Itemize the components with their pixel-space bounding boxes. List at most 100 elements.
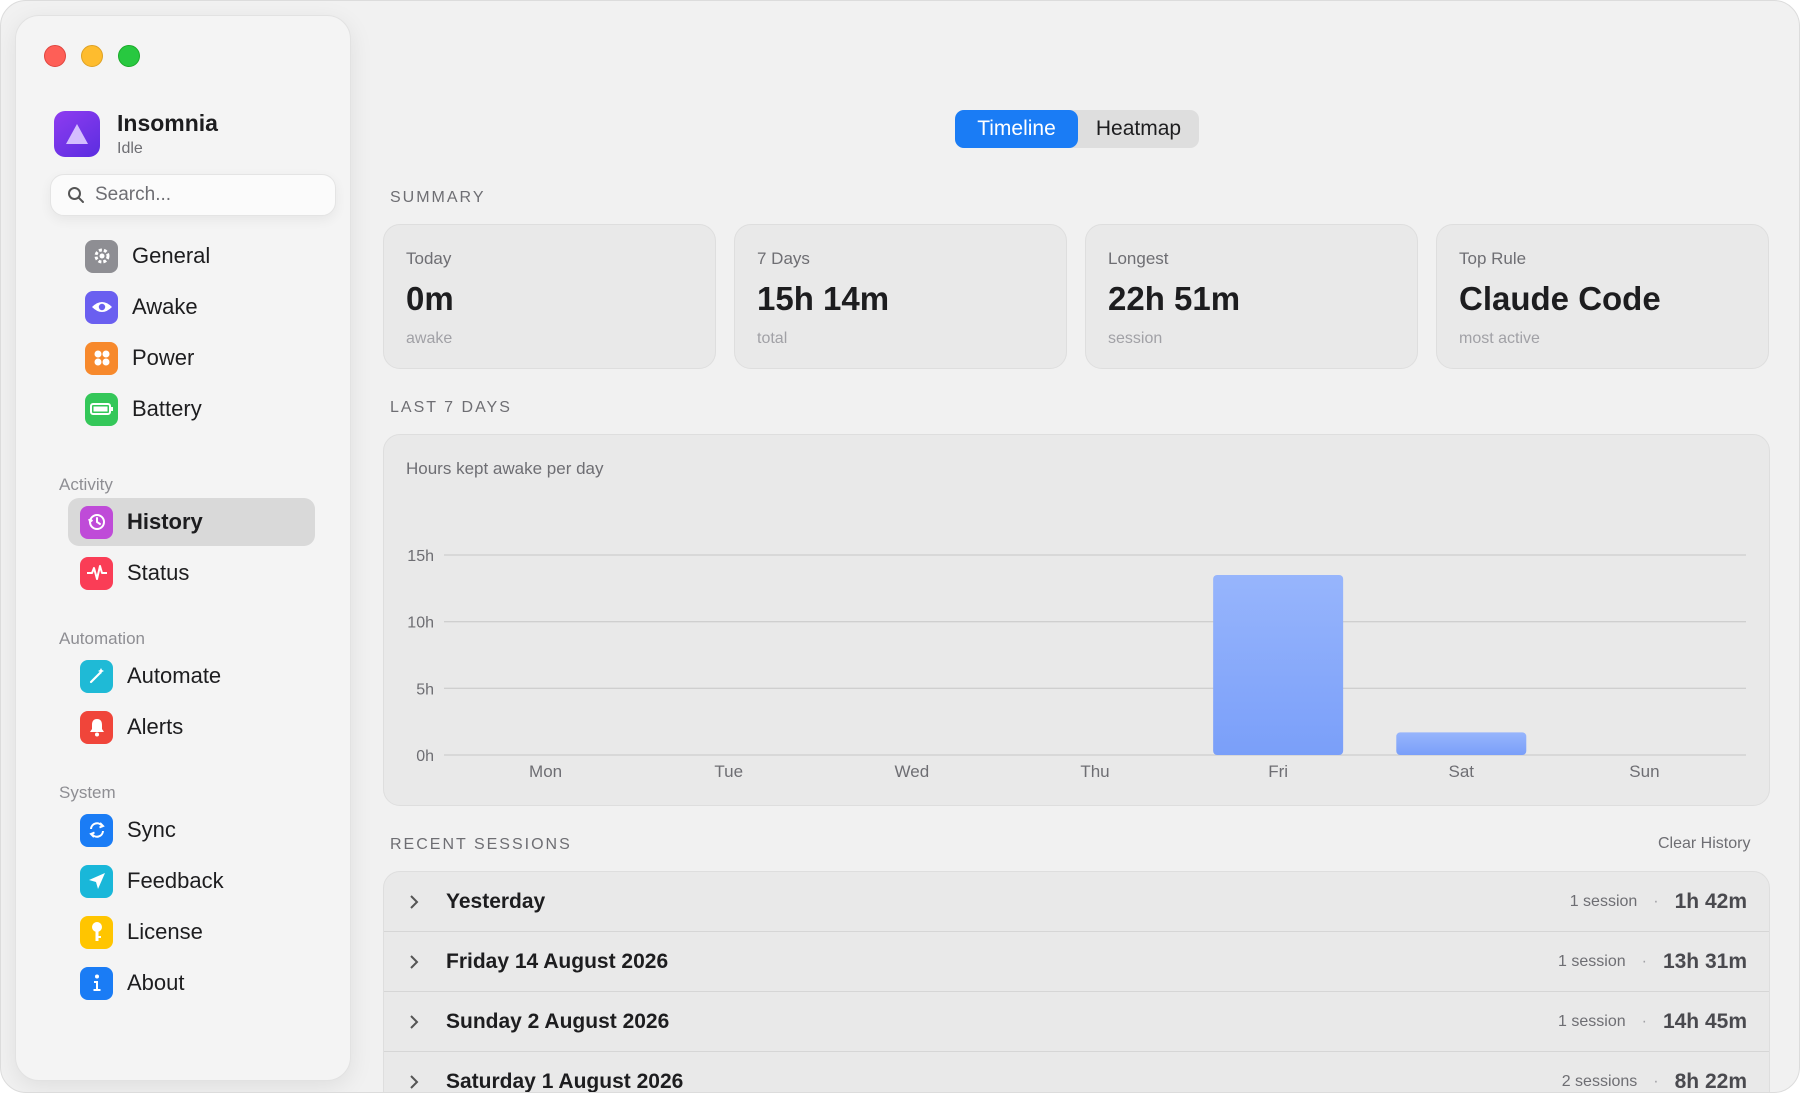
wand-icon	[80, 659, 113, 693]
app-window: Insomnia Idle General Awake	[0, 0, 1800, 1093]
session-duration: 8h 22m	[1674, 1069, 1747, 1093]
y-tick-label: 0h	[416, 748, 434, 765]
sidebar-item-label: Alerts	[127, 714, 184, 739]
card-subtitle: session	[1108, 330, 1163, 347]
section-header-system: System	[59, 783, 116, 802]
sidebar-item-alerts[interactable]: Alerts	[68, 703, 315, 751]
sidebar-item-history[interactable]: History	[68, 498, 315, 546]
nav-group-main: General Awake Power Battery	[60, 232, 322, 436]
chevron-right-icon[interactable]	[408, 1013, 428, 1031]
y-tick-label: 15h	[407, 548, 434, 565]
eye-icon	[85, 290, 118, 324]
summary-card-longest: Longest 22h 51m session	[1085, 224, 1418, 369]
sidebar-item-label: Battery	[132, 396, 202, 421]
search-icon	[68, 187, 84, 203]
session-count: 1 session	[1569, 892, 1638, 910]
sidebar-item-label: Automate	[127, 663, 222, 688]
separator: ·	[1641, 952, 1647, 970]
clear-history-button[interactable]: Clear History	[1658, 835, 1750, 853]
gear-icon	[85, 239, 118, 273]
card-value: 0m	[406, 280, 454, 317]
card-subtitle: total	[757, 330, 788, 347]
x-tick-label: Sat	[1449, 762, 1475, 781]
card-title: Longest	[1108, 249, 1169, 268]
chevron-right-icon[interactable]	[408, 893, 428, 911]
y-tick-label: 5h	[416, 681, 434, 698]
summary-card-top-rule: Top Rule Claude Code most active	[1436, 224, 1769, 369]
session-title: Friday 14 August 2026	[446, 949, 669, 973]
sidebar-item-license[interactable]: License	[68, 908, 315, 956]
session-count: 1 session	[1558, 952, 1626, 970]
separator: ·	[1641, 1012, 1647, 1030]
x-tick-label: Sun	[1629, 762, 1659, 781]
window-controls	[44, 45, 140, 67]
chart-card: Hours kept awake per day 0h 5h 10h 15h Mon Tu…	[383, 434, 1770, 806]
section-header-activity: Activity	[59, 475, 113, 494]
chevron-right-icon[interactable]	[408, 953, 428, 971]
x-tick-label: Mon	[529, 762, 562, 781]
separator: ·	[1653, 1072, 1659, 1090]
view-segmented-control: Timeline Heatmap	[955, 110, 1199, 148]
sidebar-item-automate[interactable]: Automate	[68, 652, 315, 700]
main-content: Timeline Heatmap SUMMARY Today 0m awake …	[383, 1, 1773, 1093]
sidebar-item-about[interactable]: About	[68, 959, 315, 1007]
sidebar: Insomnia Idle General Awake	[15, 15, 351, 1081]
nav-group-system: System Sync Feedback License About	[56, 780, 318, 1010]
x-tick-label: Tue	[714, 762, 743, 781]
x-tick-label: Fri	[1268, 762, 1288, 781]
battery-icon	[85, 392, 118, 426]
section-label-recent-sessions: RECENT SESSIONS	[390, 836, 572, 853]
sidebar-item-label: Power	[132, 345, 195, 370]
close-button[interactable]	[44, 45, 66, 67]
tab-heatmap[interactable]: Heatmap	[1078, 110, 1199, 148]
zoom-button[interactable]	[118, 45, 140, 67]
session-row[interactable]: Friday 14 August 2026 1 session · 13h 31…	[384, 932, 1769, 992]
y-tick-label: 10h	[407, 615, 434, 632]
bar-sat[interactable]	[1396, 732, 1527, 755]
sidebar-item-battery[interactable]: Battery	[60, 385, 322, 433]
session-row[interactable]: Yesterday 1 session · 1h 42m	[384, 872, 1769, 932]
section-label-last7: LAST 7 DAYS	[390, 399, 512, 416]
bar-fri[interactable]	[1213, 575, 1344, 755]
sidebar-item-power[interactable]: Power	[60, 334, 322, 382]
sidebar-item-sync[interactable]: Sync	[68, 806, 315, 854]
session-duration: 14h 45m	[1662, 1009, 1747, 1033]
bar-chart: 0h 5h 10h 15h Mon Tue Wed Thu Fri Sat Sun	[407, 548, 1746, 781]
nav-group-automation: Automation Automate Alerts	[56, 626, 318, 754]
search-input[interactable]	[95, 184, 315, 206]
sidebar-item-label: General	[132, 243, 211, 268]
bell-icon	[80, 710, 113, 744]
section-header-automation: Automation	[59, 629, 145, 648]
card-value: 15h 14m	[757, 280, 890, 317]
app-name: Insomnia	[117, 110, 218, 136]
card-title: 7 Days	[757, 249, 810, 268]
sidebar-item-general[interactable]: General	[60, 232, 322, 280]
session-count: 1 session	[1558, 1012, 1626, 1030]
info-icon	[80, 966, 113, 1000]
card-value: Claude Code	[1459, 280, 1661, 317]
sidebar-item-label: Awake	[132, 294, 198, 319]
sidebar-item-awake[interactable]: Awake	[60, 283, 322, 331]
pulse-icon	[80, 556, 113, 590]
history-icon	[80, 505, 113, 539]
sidebar-item-feedback[interactable]: Feedback	[68, 857, 315, 905]
session-row[interactable]: Sunday 2 August 2026 1 session · 14h 45m	[384, 992, 1769, 1052]
x-tick-label: Thu	[1080, 762, 1109, 781]
minimize-button[interactable]	[81, 45, 103, 67]
sidebar-item-status[interactable]: Status	[68, 549, 315, 597]
power-icon	[85, 341, 118, 375]
sidebar-item-label: License	[127, 919, 203, 944]
nav-group-activity: Activity History Status	[56, 472, 318, 600]
session-title: Yesterday	[446, 889, 546, 913]
sync-icon	[80, 813, 113, 847]
tab-timeline[interactable]: Timeline	[955, 110, 1078, 148]
search-field[interactable]	[50, 174, 336, 216]
card-title: Today	[406, 249, 452, 268]
card-title: Top Rule	[1459, 249, 1527, 268]
separator: ·	[1653, 892, 1659, 910]
sidebar-item-label: History	[127, 509, 203, 534]
summary-card-7days: 7 Days 15h 14m total	[734, 224, 1067, 369]
card-subtitle: most active	[1459, 330, 1540, 347]
chevron-right-icon[interactable]	[408, 1073, 428, 1091]
session-row[interactable]: Saturday 1 August 2026 2 sessions · 8h 2…	[384, 1052, 1769, 1093]
